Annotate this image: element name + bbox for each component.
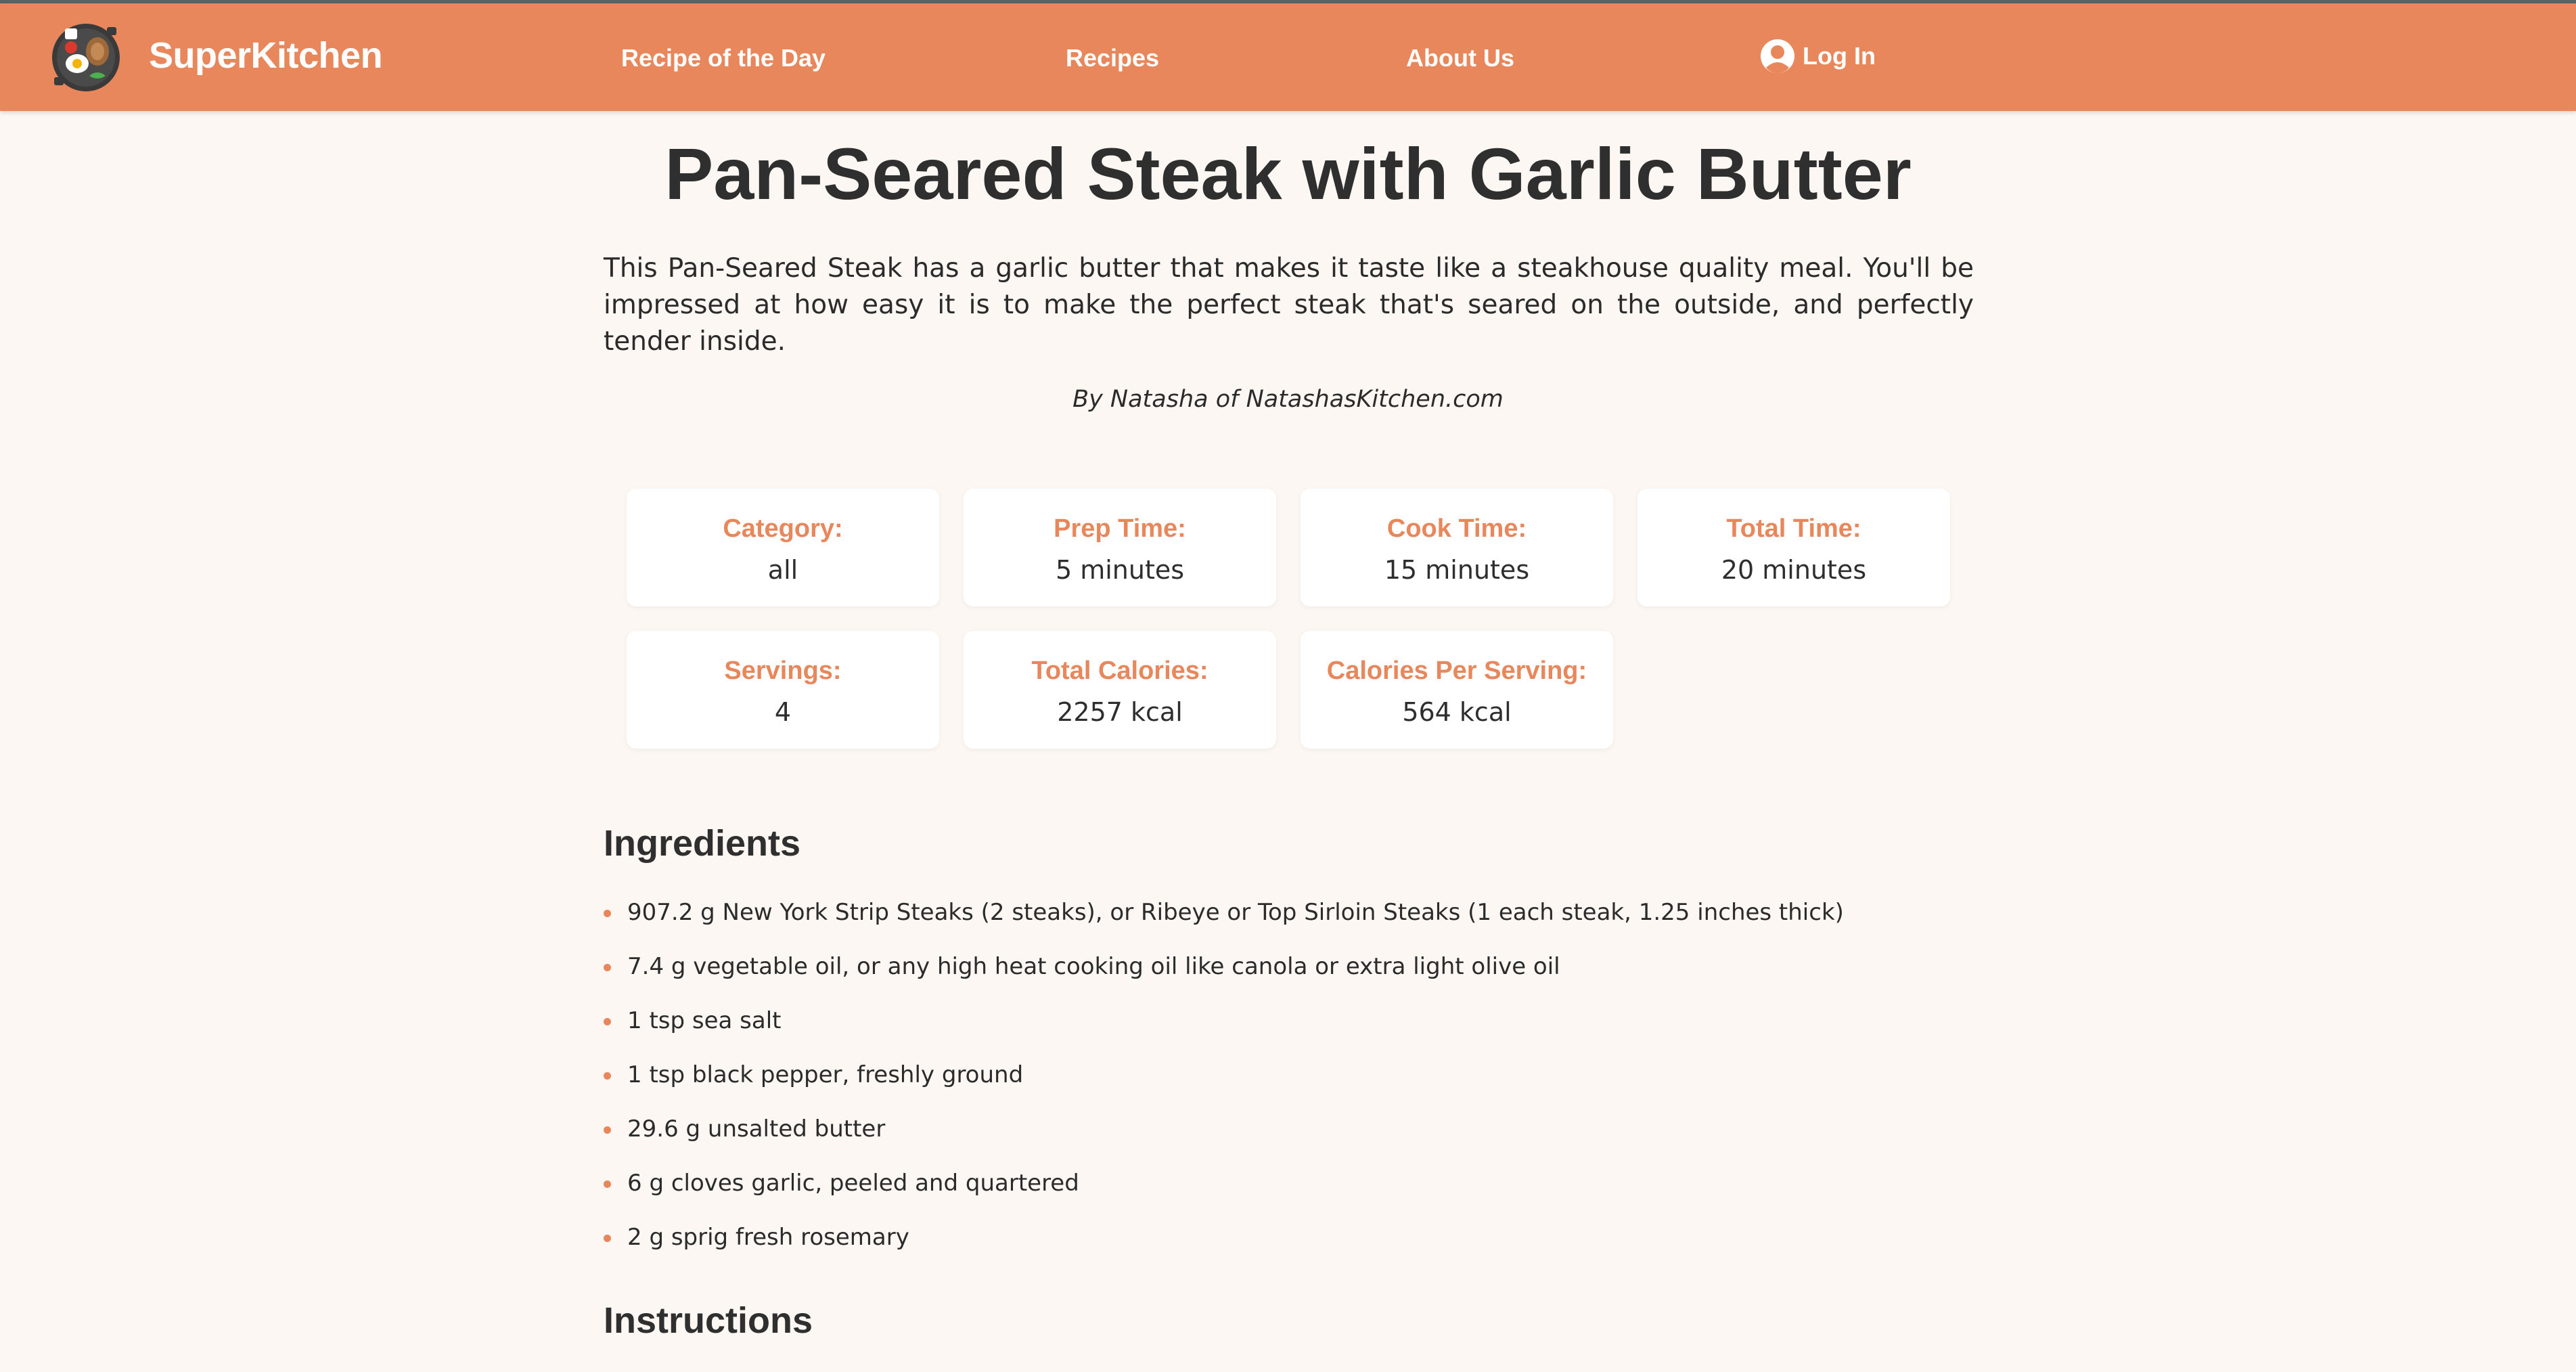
ingredient-item: 7.4 g vegetable oil, or any high heat co… xyxy=(604,948,2092,1002)
bullet-icon xyxy=(604,1072,611,1080)
ingredient-text: 907.2 g New York Strip Steaks (2 steaks)… xyxy=(627,899,1844,926)
bullet-icon xyxy=(604,1180,611,1188)
recipe-byline: By Natasha of NatashasKitchen.com xyxy=(1072,386,1504,413)
ingredients-heading: Ingredients xyxy=(604,823,801,864)
ingredient-item: 6 g cloves garlic, peeled and quartered xyxy=(604,1164,2092,1218)
stat-card-total-calories: Total Calories: 2257 kcal xyxy=(964,631,1276,749)
stat-label: Total Time: xyxy=(1726,514,1861,543)
ingredient-text: 2 g sprig fresh rosemary xyxy=(627,1224,909,1251)
stat-card-cook-time: Cook Time: 15 minutes xyxy=(1301,489,1613,606)
ingredient-text: 6 g cloves garlic, peeled and quartered xyxy=(627,1170,1079,1197)
frying-pan-logo-icon[interactable] xyxy=(50,22,122,93)
stat-label: Category: xyxy=(723,514,843,543)
ingredient-text: 1 tsp sea salt xyxy=(627,1007,782,1034)
ingredient-item: 907.2 g New York Strip Steaks (2 steaks)… xyxy=(604,893,2092,948)
ingredient-item: 1 tsp sea salt xyxy=(604,1002,2092,1056)
login-label: Log In xyxy=(1803,42,1876,70)
stat-value: 2257 kcal xyxy=(1057,697,1183,727)
ingredients-list: 907.2 g New York Strip Steaks (2 steaks)… xyxy=(604,893,2092,1273)
stat-label: Cook Time: xyxy=(1386,514,1527,543)
ingredient-item: 29.6 g unsalted butter xyxy=(604,1110,2092,1164)
login-button[interactable]: Log In xyxy=(1759,36,1876,76)
bullet-icon xyxy=(604,1235,611,1242)
stat-value: 564 kcal xyxy=(1402,697,1512,727)
ingredient-text: 7.4 g vegetable oil, or any high heat co… xyxy=(627,953,1560,980)
bullet-icon xyxy=(604,964,611,971)
nav-recipes[interactable]: Recipes xyxy=(1066,44,1159,72)
recipe-description: This Pan-Seared Steak has a garlic butte… xyxy=(604,253,1974,357)
nav-about-us[interactable]: About Us xyxy=(1406,44,1514,72)
stat-value: all xyxy=(767,555,798,585)
stat-label: Total Calories: xyxy=(1031,657,1208,685)
bullet-icon xyxy=(604,1018,611,1025)
stat-label: Prep Time: xyxy=(1054,514,1186,543)
ingredient-item: 2 g sprig fresh rosemary xyxy=(604,1218,2092,1273)
user-avatar-icon xyxy=(1759,38,1796,74)
stat-card-calories-per-serving: Calories Per Serving: 564 kcal xyxy=(1301,631,1613,749)
stat-value: 20 minutes xyxy=(1721,555,1867,585)
instructions-heading: Instructions xyxy=(604,1300,813,1341)
stat-card-total-time: Total Time: 20 minutes xyxy=(1637,489,1950,606)
stat-value: 15 minutes xyxy=(1384,555,1530,585)
ingredient-text: 29.6 g unsalted butter xyxy=(627,1115,886,1143)
ingredient-item: 1 tsp black pepper, freshly ground xyxy=(604,1056,2092,1110)
bullet-icon xyxy=(604,910,611,917)
stat-label: Calories Per Serving: xyxy=(1326,657,1587,685)
stat-label: Servings: xyxy=(724,657,842,685)
stat-value: 5 minutes xyxy=(1055,555,1185,585)
top-navbar: SuperKitchen Recipe of the Day Recipes A… xyxy=(0,3,2576,111)
ingredient-text: 1 tsp black pepper, freshly ground xyxy=(627,1061,1024,1088)
stat-card-servings: Servings: 4 xyxy=(627,631,939,749)
bullet-icon xyxy=(604,1126,611,1134)
nav-recipe-of-the-day[interactable]: Recipe of the Day xyxy=(621,44,826,72)
stat-card-category: Category: all xyxy=(627,489,939,606)
stat-value: 4 xyxy=(774,697,792,727)
brand-name[interactable]: SuperKitchen xyxy=(149,35,383,76)
stat-card-prep-time: Prep Time: 5 minutes xyxy=(964,489,1276,606)
recipe-title: Pan-Seared Steak with Garlic Butter xyxy=(664,133,1912,215)
